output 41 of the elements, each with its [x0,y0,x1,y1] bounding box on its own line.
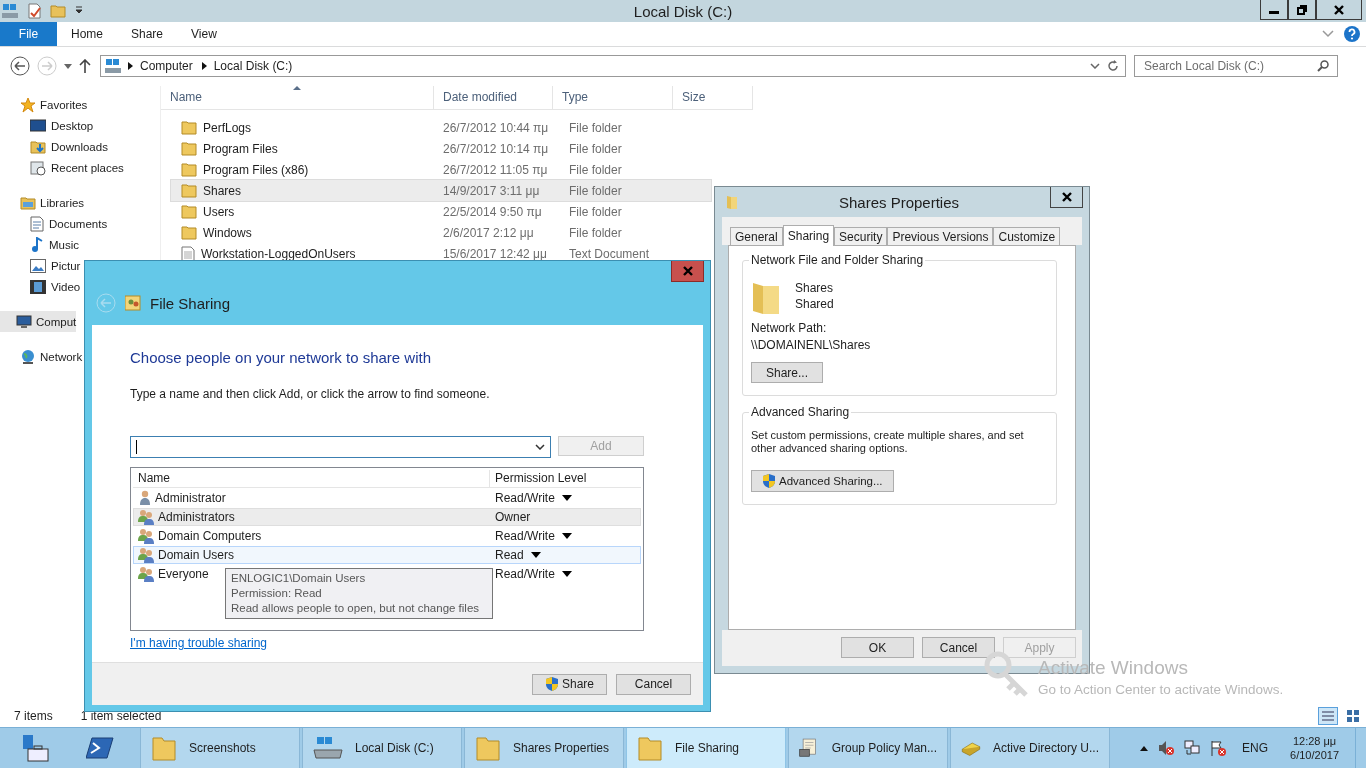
activation-message: Go to Action Center to activate Windows. [1038,682,1284,697]
permission-level: Owner [494,508,531,526]
type-cell-text: File folder [568,162,623,177]
network-path-label: Network Path: [751,321,827,335]
file-name: PerfLogs [203,120,252,135]
type-cell-text: File folder [568,204,623,219]
group-title: Network File and Folder Sharing [749,253,926,267]
group-title: Advanced Sharing [749,405,852,419]
date-cell-text: 26/7/2012 10:14 πμ [442,141,550,156]
window-title: Local Disk (C:) [632,3,734,20]
person-name: Everyone [158,567,209,581]
date-cell-text: 14/9/2017 3:11 μμ [442,183,541,198]
date-cell-text: 2/6/2017 2:12 μμ [442,225,535,240]
file-name: Program Files [203,141,278,156]
date-cell-text: 26/7/2012 10:44 πμ [442,120,550,135]
share-status: Shared [795,297,834,311]
file-name: Program Files (x86) [203,162,309,177]
file-name: Users [203,204,235,219]
folder-name: Shares [795,281,834,295]
dialog-title: Shares Properties [837,193,961,211]
date-cell-text: 26/7/2012 11:05 πμ [442,162,549,177]
tooltip: ENLOGIC1\Domain Users Permission: Read Read allows people to open, but not change files [225,568,493,619]
date-cell-text: 22/5/2014 9:50 πμ [442,204,543,219]
person-name: Domain Users [158,548,235,562]
file-name: Workstation-LoggedOnUsers [201,246,356,261]
type-cell-text: File folder [568,141,623,156]
type-cell-text: File folder [568,183,623,198]
network-path: \\DOMAINENL\Shares [751,338,871,352]
person-name: Administrators [158,510,235,524]
dialog-heading: Choose people on your network to share with [130,349,431,366]
type-cell-text: File folder [568,120,623,135]
type-cell-text: File folder [568,225,623,240]
person-name: Administrator [155,491,226,505]
dialog-title: File Sharing [150,294,231,312]
person-name: Domain Computers [158,529,262,543]
type-cell-text: Text Document [568,246,651,261]
file-name: Windows [203,225,252,240]
item-count: 7 items [14,709,53,723]
instruction-text: Type a name and then click Add, or click the arrow to find someone. [130,387,490,401]
file-name: Shares [203,183,242,198]
description: Set custom permissions, create multiple shares, and set other advanced sharing options. [751,429,1025,455]
